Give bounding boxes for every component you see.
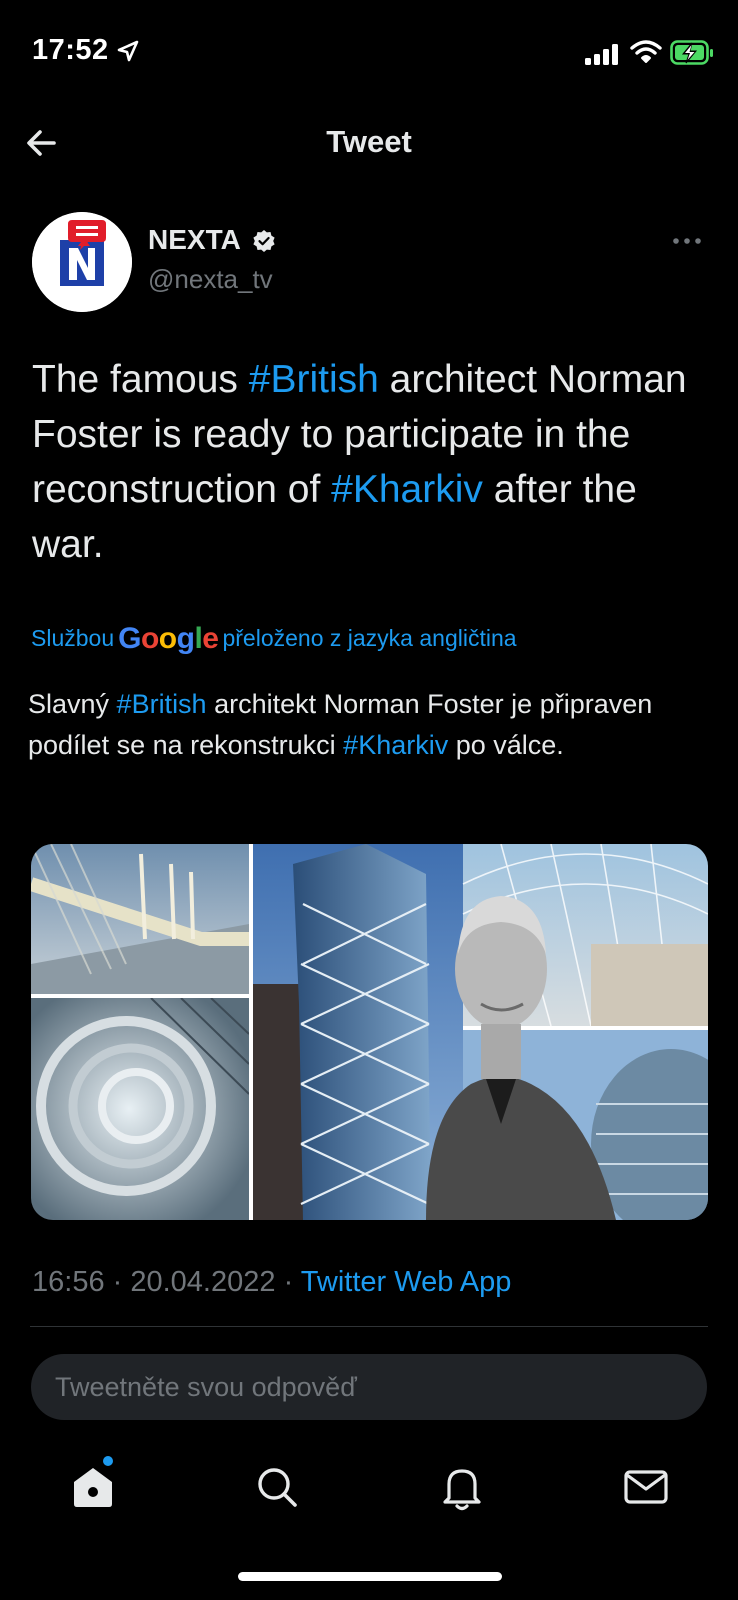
meta-separator: · (104, 1266, 131, 1298)
author-handle[interactable]: @nexta_tv (148, 264, 273, 295)
home-notification-dot (103, 1456, 113, 1466)
translation-attribution[interactable]: Službou Google přeloženo z jazyka angličti… (31, 622, 517, 656)
verified-badge-icon (253, 230, 275, 252)
tweet-time: 16:56 (32, 1266, 105, 1298)
google-logo: Google (118, 622, 219, 655)
notifications-icon[interactable] (437, 1462, 487, 1512)
more-options-icon[interactable] (672, 236, 702, 246)
divider (30, 1326, 708, 1327)
translated-text-part: Slavný (28, 689, 117, 719)
reply-input[interactable]: Tweetněte svou odpověď (31, 1354, 707, 1420)
home-indicator[interactable] (238, 1572, 502, 1581)
tweet-media-image[interactable] (31, 844, 708, 1220)
hashtag-link[interactable]: #British (117, 689, 207, 719)
location-arrow-icon (117, 40, 139, 62)
battery-charging-icon (670, 40, 713, 65)
tweet-text-part: The famous (32, 358, 249, 401)
translated-text: Slavný #British architekt Norman Foster … (28, 684, 708, 766)
translated-text-part: po válce. (448, 730, 564, 760)
tweet-text: The famous #British architect Norman Fos… (32, 352, 712, 572)
translation-suffix: přeloženo z jazyka angličtina (222, 625, 517, 651)
hashtag-link[interactable]: #Kharkiv (343, 730, 448, 760)
author-name[interactable]: NEXTA (148, 224, 241, 256)
architecture-collage-image (31, 844, 708, 1220)
page-title: Tweet (326, 124, 412, 159)
tweet-date: 20.04.2022 (130, 1266, 276, 1298)
translation-prefix: Službou (31, 625, 115, 651)
avatar[interactable] (32, 212, 132, 312)
search-icon[interactable] (252, 1462, 302, 1512)
hashtag-link[interactable]: #British (249, 358, 379, 401)
tweet-source-link[interactable]: Twitter Web App (301, 1266, 512, 1298)
nexta-logo-icon (32, 212, 132, 312)
status-time: 17:52 (32, 34, 109, 66)
home-icon[interactable] (68, 1462, 118, 1512)
meta-separator: · (275, 1266, 301, 1298)
messages-icon[interactable] (621, 1462, 671, 1512)
tweet-timestamp: 16:56 · 20.04.2022 · Twitter Web App (32, 1266, 511, 1299)
cellular-signal-icon (585, 44, 618, 65)
wifi-icon (630, 40, 662, 63)
hashtag-link[interactable]: #Kharkiv (331, 468, 483, 511)
